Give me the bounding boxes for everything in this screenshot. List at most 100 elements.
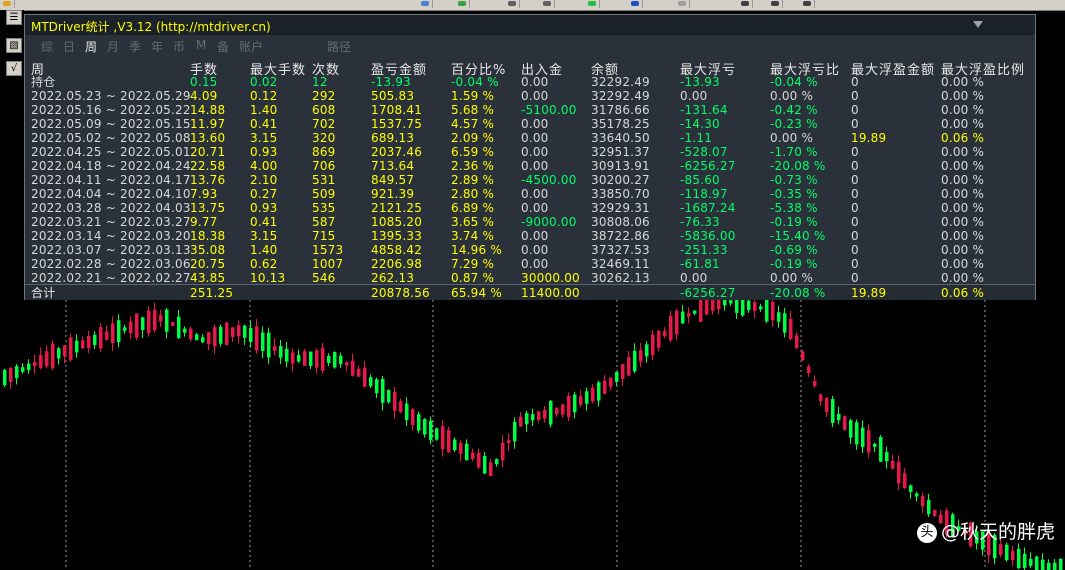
tab-year[interactable]: 年 xyxy=(151,38,163,55)
total-max-float-profit-pct: 0.06 % xyxy=(941,286,985,300)
tab-notes[interactable]: 备 xyxy=(217,38,229,55)
candle-down xyxy=(351,360,355,376)
table-row[interactable]: 2022.04.18 ~ 2022.04.24 22.58 4.00 706 713.6… xyxy=(25,159,1035,173)
candle-down xyxy=(807,366,811,374)
cell-lots: 43.85 xyxy=(190,271,226,285)
toolbar-button-7[interactable] xyxy=(628,0,643,8)
tab-account[interactable]: 账户 xyxy=(239,38,263,55)
candle-up xyxy=(777,312,781,322)
candle-down xyxy=(207,332,211,345)
candle-up xyxy=(681,311,685,324)
menu-icon[interactable]: ☰ xyxy=(6,10,22,25)
toolbar-button-1[interactable] xyxy=(0,0,15,8)
cell-pnl: -13.93 xyxy=(371,75,411,89)
table-row[interactable]: 2022.02.21 ~ 2022.02.27 43.85 10.13 546 262.… xyxy=(25,271,1035,285)
tab-month[interactable]: 月 xyxy=(107,38,119,55)
cell-period: 持仓 xyxy=(31,75,56,89)
table-row[interactable]: 2022.03.21 ~ 2022.03.27 9.77 0.41 587 1085.2… xyxy=(25,215,1035,229)
candle-down xyxy=(345,361,349,366)
candle-down xyxy=(321,347,325,371)
collapse-arrow-icon[interactable] xyxy=(973,20,983,30)
crosshair-icon xyxy=(741,1,749,6)
holding-row[interactable]: 持仓 0.15 0.02 12 -13.93 -0.04 % 0.00 32292.49 -13… xyxy=(25,75,1035,89)
cell-max-float-profit-pct: 0.00 % xyxy=(941,173,985,187)
cell-max-float-profit-pct: 0.00 % xyxy=(941,215,985,229)
tab-currency[interactable]: 币 xyxy=(173,38,185,55)
toolbar-button-2[interactable] xyxy=(418,0,433,8)
toutiao-logo-icon: 头 xyxy=(916,523,937,543)
candle-down xyxy=(813,381,817,387)
candle-up xyxy=(1059,558,1063,570)
table-row[interactable]: 2022.02.28 ~ 2022.03.06 20.75 0.62 1007 2206… xyxy=(25,257,1035,271)
toolbar-button-5[interactable] xyxy=(540,0,555,8)
candle-up xyxy=(645,344,649,357)
tab-m[interactable]: M xyxy=(196,38,206,52)
cell-flow: 0.00 xyxy=(521,187,549,201)
candle-down xyxy=(591,387,595,402)
cell-pct: 1.59 % xyxy=(451,89,495,103)
table-row[interactable]: 2022.05.02 ~ 2022.05.08 13.60 3.15 320 689.1… xyxy=(25,131,1035,145)
cell-max-float-loss-pct: -0.19 % xyxy=(770,257,818,271)
candle-up xyxy=(93,334,97,345)
tab-week[interactable]: 周 xyxy=(85,38,97,55)
toolbar-button-6[interactable] xyxy=(585,0,600,8)
panel-title-bar[interactable]: MTDriver统计 ,V3.12 (http://mtdriver.cn) xyxy=(25,15,1035,35)
cell-pnl: 1708.41 xyxy=(371,103,423,117)
cell-period: 2022.03.28 ~ 2022.04.03 xyxy=(31,201,191,215)
table-row[interactable]: 2022.03.28 ~ 2022.04.03 13.75 0.93 535 2121.… xyxy=(25,201,1035,215)
candle-up xyxy=(405,403,409,421)
table-row[interactable]: 2022.04.11 ~ 2022.04.17 13.76 2.10 531 849.5… xyxy=(25,173,1035,187)
candle-down xyxy=(609,377,613,387)
globe-icon xyxy=(631,1,639,6)
candle-down xyxy=(687,313,691,317)
top-toolbar xyxy=(0,0,1065,11)
table-row[interactable]: 2022.05.16 ~ 2022.05.22 14.88 1.40 608 1708.… xyxy=(25,103,1035,117)
cell-balance: 30262.13 xyxy=(591,271,650,285)
table-row[interactable]: 2022.04.25 ~ 2022.05.01 20.71 0.93 869 2037.… xyxy=(25,145,1035,159)
template-icon xyxy=(678,1,686,6)
candle-down xyxy=(459,443,463,454)
candle-up xyxy=(597,382,601,401)
tab-quarter[interactable]: 季 xyxy=(129,38,141,55)
toolbar-button-11[interactable] xyxy=(800,0,815,8)
cell-lots: 20.75 xyxy=(190,257,226,271)
cell-pnl: 713.64 xyxy=(371,159,415,173)
table-row[interactable]: 2022.04.04 ~ 2022.04.10 7.93 0.27 509 921.39… xyxy=(25,187,1035,201)
candle-down xyxy=(135,313,139,338)
cell-balance: 30913.91 xyxy=(591,159,650,173)
toolbar-button-4[interactable] xyxy=(505,0,520,8)
candle-down xyxy=(555,408,559,415)
candle-up xyxy=(1005,544,1009,561)
table-row[interactable]: 2022.05.23 ~ 2022.05.29 4.09 0.12 292 505.83… xyxy=(25,89,1035,103)
candle-down xyxy=(33,362,37,367)
check-icon[interactable]: √ xyxy=(6,61,22,76)
cell-pct: 6.89 % xyxy=(451,201,495,215)
total-row[interactable]: 合计 251.25 20878.56 65.94 % 11400.00 -625… xyxy=(25,284,1035,300)
total-lots: 251.25 xyxy=(190,286,234,300)
candle-down xyxy=(87,336,91,349)
cell-count: 535 xyxy=(312,201,336,215)
line-tool-icon xyxy=(771,1,779,6)
toolbar-button-9[interactable] xyxy=(738,0,753,8)
tab-day[interactable]: 日 xyxy=(63,38,75,55)
candle-up xyxy=(141,317,145,331)
toolbar-button-8[interactable] xyxy=(675,0,690,8)
toolbar-button-3[interactable] xyxy=(455,0,470,8)
tab-overview[interactable]: 综 xyxy=(41,38,53,55)
table-row[interactable]: 2022.03.07 ~ 2022.03.13 35.08 1.40 1573 4858… xyxy=(25,243,1035,257)
cell-pnl: 2206.98 xyxy=(371,257,423,271)
tab-path[interactable]: 路径 xyxy=(327,38,351,55)
cell-max-float-profit: 0 xyxy=(851,159,859,173)
candle-down xyxy=(795,335,799,349)
cell-max-float-loss-pct: 0.00 % xyxy=(770,271,814,285)
cell-max-lots: 1.40 xyxy=(250,243,278,257)
candle-down xyxy=(441,425,445,450)
bars-icon xyxy=(508,1,516,6)
table-row[interactable]: 2022.03.14 ~ 2022.03.20 18.38 3.15 715 1395.… xyxy=(25,229,1035,243)
cell-count: 587 xyxy=(312,215,336,229)
table-row[interactable]: 2022.05.09 ~ 2022.05.15 11.97 0.41 702 1537.… xyxy=(25,117,1035,131)
toolbar-button-10[interactable] xyxy=(768,0,783,8)
cell-pnl: 689.13 xyxy=(371,131,415,145)
grid-icon[interactable]: ▧ xyxy=(6,38,22,53)
candle-up xyxy=(1035,556,1039,570)
